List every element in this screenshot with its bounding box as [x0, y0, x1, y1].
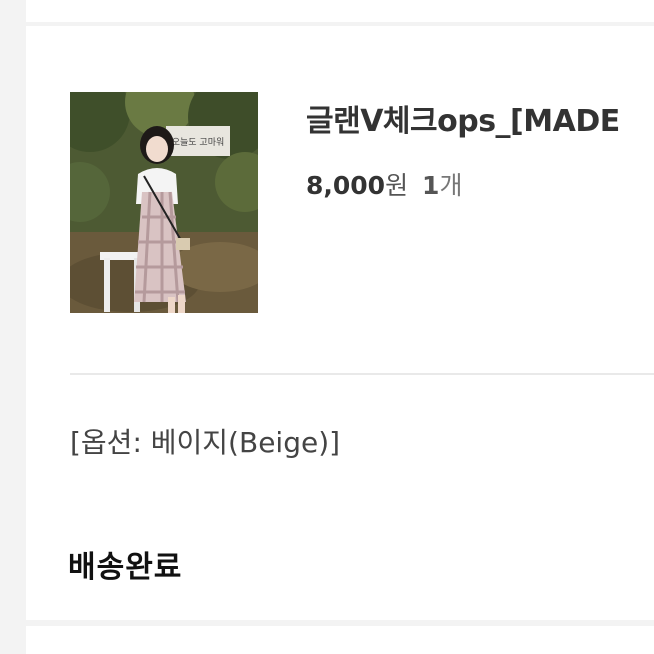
option-text: [옵션: 베이지(Beige)] [70, 426, 341, 459]
product-name[interactable]: 글랜V체크ops_[MADE [306, 96, 654, 140]
delivery-status: 배송완료 [68, 550, 183, 585]
divider [70, 373, 654, 375]
next-card-edge [26, 626, 654, 654]
quantity-unit: 개 [439, 171, 463, 200]
price-row: 8,000원 1개 [306, 166, 462, 202]
price-amount: 8,000 [306, 171, 386, 200]
quantity-value: 1 [422, 171, 440, 200]
product-thumbnail[interactable]: 오늘도 고마워 [70, 92, 258, 313]
banner-text: 오늘도 고마워 [172, 137, 225, 148]
order-item-card: 오늘도 고마워 글랜V체크ops_[MADE 8,000원 1개 [옵션: 베이… [26, 26, 654, 620]
price-currency: 원 [385, 171, 409, 200]
previous-card-edge [26, 0, 654, 22]
